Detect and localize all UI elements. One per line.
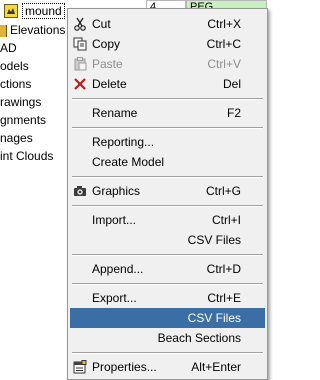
tree-node-cad[interactable]: AD bbox=[0, 39, 17, 57]
menu-item-export-csv-files[interactable]: CSV Files bbox=[70, 308, 265, 328]
tree-node-sections[interactable]: ctions bbox=[0, 75, 31, 93]
menu-item-shortcut: Ctrl+I bbox=[211, 213, 241, 227]
tree-node-label: gnments bbox=[0, 113, 47, 127]
menu-item-label: CSV Files bbox=[187, 311, 241, 325]
tree-node-label: AD bbox=[0, 41, 17, 55]
menu-item-label: Graphics bbox=[92, 184, 141, 198]
tree-root-node[interactable]: mound bbox=[4, 2, 65, 20]
tree-node-label: Elevations bbox=[10, 23, 66, 37]
tree-node-drawings[interactable]: rawings bbox=[0, 93, 41, 111]
menu-item-shortcut: Ctrl+D bbox=[206, 262, 241, 276]
menu-item-shortcut: Alt+Enter bbox=[191, 360, 241, 374]
menu-separator bbox=[72, 352, 263, 354]
project-folder-icon bbox=[4, 4, 18, 18]
tree-node-label: ctions bbox=[0, 77, 32, 91]
menu-item-shortcut: Del bbox=[222, 77, 241, 91]
menu-item-shortcut: Ctrl+C bbox=[206, 37, 241, 51]
tree-node-label: rawings bbox=[0, 95, 42, 109]
menu-item-delete[interactable]: Delete Del bbox=[70, 74, 265, 94]
tree-node-point-clouds[interactable]: int Clouds bbox=[0, 147, 53, 165]
menu-item-graphics[interactable]: Graphics Ctrl+G bbox=[70, 181, 265, 201]
menu-item-label: Cut bbox=[92, 17, 111, 31]
menu-item-shortcut: Ctrl+G bbox=[205, 184, 241, 198]
menu-item-export[interactable]: Export... Ctrl+E bbox=[70, 288, 265, 308]
tree-node-alignments[interactable]: gnments bbox=[0, 111, 46, 129]
menu-separator bbox=[72, 176, 263, 178]
menu-item-label: Rename bbox=[92, 106, 138, 120]
menu-separator bbox=[72, 205, 263, 207]
menu-item-append[interactable]: Append... Ctrl+D bbox=[70, 259, 265, 279]
menu-item-label: Append... bbox=[92, 262, 144, 276]
properties-icon bbox=[72, 359, 88, 375]
menu-item-label: Create Model bbox=[92, 155, 165, 169]
folder-icon bbox=[0, 24, 7, 37]
paste-icon bbox=[72, 56, 88, 72]
tree-node-models[interactable]: odels bbox=[0, 57, 29, 75]
tree-node-images[interactable]: nages bbox=[0, 129, 33, 147]
menu-item-label: Copy bbox=[92, 37, 121, 51]
menu-item-label: Delete bbox=[92, 77, 127, 91]
menu-item-rename[interactable]: Rename F2 bbox=[70, 103, 265, 123]
menu-item-label: Beach Sections bbox=[157, 331, 241, 345]
menu-separator bbox=[72, 254, 263, 256]
menu-item-reporting[interactable]: Reporting... bbox=[70, 132, 265, 152]
tree-node-label: odels bbox=[0, 59, 29, 73]
menu-item-properties[interactable]: Properties... Alt+Enter bbox=[70, 357, 265, 377]
menu-item-shortcut: Ctrl+E bbox=[207, 291, 241, 305]
menu-item-import-csv-files[interactable]: CSV Files bbox=[70, 230, 265, 250]
copy-icon bbox=[72, 36, 88, 52]
delete-x-icon bbox=[72, 76, 88, 92]
camera-icon bbox=[72, 183, 88, 199]
menu-item-label: Import... bbox=[92, 213, 137, 227]
menu-item-label: Export... bbox=[92, 291, 137, 305]
tree-node-label: int Clouds bbox=[0, 149, 54, 163]
menu-item-label: Paste bbox=[92, 57, 123, 71]
menu-item-cut[interactable]: Cut Ctrl+X bbox=[70, 14, 265, 34]
context-menu: Cut Ctrl+X Copy Ctrl+C Paste Ctrl+V Dele… bbox=[67, 8, 268, 380]
tree-node-label: nages bbox=[0, 131, 33, 145]
menu-item-copy[interactable]: Copy Ctrl+C bbox=[70, 34, 265, 54]
menu-item-label: Properties... bbox=[92, 360, 157, 374]
menu-item-shortcut: Ctrl+V bbox=[207, 57, 241, 71]
project-tree[interactable]: mound Elevations AD odels ctions rawings… bbox=[0, 0, 68, 378]
menu-separator bbox=[72, 98, 263, 100]
menu-item-paste[interactable]: Paste Ctrl+V bbox=[70, 54, 265, 74]
menu-item-create-model[interactable]: Create Model bbox=[70, 152, 265, 172]
menu-item-import[interactable]: Import... Ctrl+I bbox=[70, 210, 265, 230]
menu-separator bbox=[72, 127, 263, 129]
tree-root-label[interactable]: mound bbox=[22, 3, 65, 19]
menu-item-shortcut: Ctrl+X bbox=[207, 17, 241, 31]
menu-item-export-beach-sections[interactable]: Beach Sections bbox=[70, 328, 265, 348]
menu-separator bbox=[72, 283, 263, 285]
scissors-icon bbox=[72, 16, 88, 32]
menu-item-label: Reporting... bbox=[92, 135, 155, 149]
tree-node-elevations[interactable]: Elevations bbox=[0, 21, 65, 39]
menu-item-shortcut: F2 bbox=[226, 106, 241, 120]
menu-item-label: CSV Files bbox=[187, 233, 241, 247]
